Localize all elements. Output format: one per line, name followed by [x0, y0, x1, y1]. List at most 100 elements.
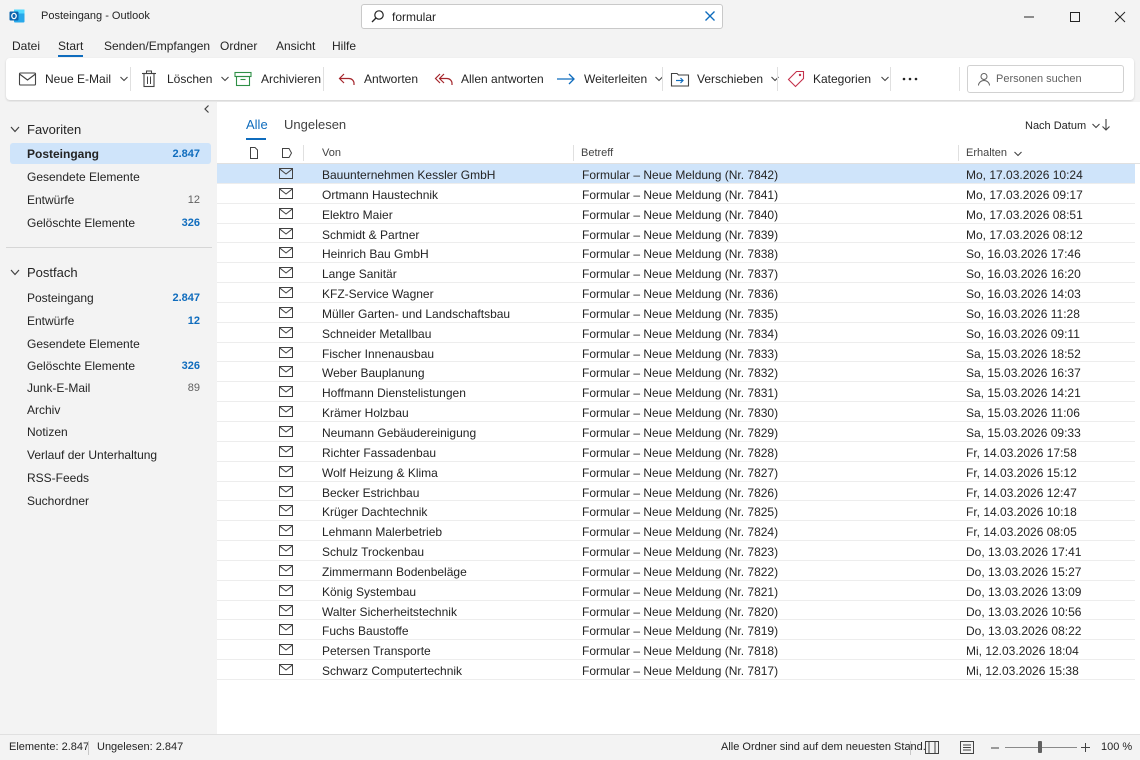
message-row[interactable]: Heinrich Bau GmbH Formular – Neue Meldung…	[217, 243, 1135, 264]
menu-hilfe[interactable]: Hilfe	[332, 39, 356, 53]
message-row[interactable]: Fuchs Baustoffe Formular – Neue Meldung (…	[217, 620, 1135, 641]
envelope-icon	[279, 207, 293, 219]
collapse-pane-icon[interactable]	[202, 104, 212, 114]
zoom-in-icon[interactable]	[1081, 743, 1090, 752]
message-row[interactable]: KFZ-Service Wagner Formular – Neue Meldun…	[217, 283, 1135, 303]
folder-entwuerfe[interactable]: Entwürfe 12	[10, 310, 211, 331]
attachment-column-icon[interactable]	[249, 147, 259, 159]
clear-search-icon[interactable]	[704, 10, 716, 22]
fav-geloeschte-elemente[interactable]: Gelöschte Elemente 326	[10, 212, 211, 233]
chevron-down-icon[interactable]	[881, 76, 889, 82]
folder-posteingang[interactable]: Posteingang 2.847	[10, 287, 211, 308]
close-window-icon[interactable]	[1112, 9, 1128, 25]
column-received[interactable]: Erhalten	[966, 147, 1007, 159]
message-subject: Formular – Neue Meldung (Nr. 7833)	[582, 346, 779, 361]
fav-posteingang[interactable]: Posteingang 2.847	[10, 143, 211, 164]
column-subject[interactable]: Betreff	[581, 147, 613, 159]
message-row[interactable]: Weber Bauplanung Formular – Neue Meldung …	[217, 362, 1135, 383]
move-button[interactable]: Verschieben	[670, 58, 779, 100]
tab-unread[interactable]: Ungelesen	[284, 117, 346, 132]
fav-entwuerfe[interactable]: Entwürfe 12	[10, 189, 211, 210]
message-row[interactable]: Petersen Transporte Formular – Neue Meldu…	[217, 640, 1135, 661]
chevron-down-icon[interactable]	[120, 76, 128, 82]
message-row[interactable]: Fischer Innenausbau Formular – Neue Meldu…	[217, 343, 1135, 363]
sort-direction-icon[interactable]	[1101, 118, 1111, 132]
column-divider	[958, 145, 959, 161]
people-search-placeholder: Personen suchen	[996, 73, 1082, 85]
favorites-header[interactable]: Favoriten	[10, 122, 81, 137]
message-row[interactable]: Zimmermann Bodenbeläge Formular – Neue Me…	[217, 561, 1135, 581]
forward-arrow-icon	[557, 73, 575, 85]
message-row[interactable]: Schwarz Computertechnik Formular – Neue M…	[217, 660, 1135, 680]
column-from[interactable]: Von	[322, 147, 341, 159]
message-sender: Krämer Holzbau	[322, 406, 409, 421]
menu-ordner[interactable]: Ordner	[220, 39, 257, 53]
reply-all-button[interactable]: Allen antworten	[434, 58, 544, 100]
message-sender: Hoffmann Dienstelistungen	[322, 386, 466, 401]
message-row[interactable]: Wolf Heizung & Klima Formular – Neue Meld…	[217, 462, 1135, 482]
active-menu-indicator	[58, 55, 83, 57]
message-row[interactable]: Ortmann Haustechnik Formular – Neue Meldu…	[217, 184, 1135, 204]
message-subject: Formular – Neue Meldung (Nr. 7830)	[582, 406, 779, 421]
search-input[interactable]	[392, 8, 692, 25]
flag-column-icon[interactable]	[281, 147, 293, 159]
minimize-icon[interactable]	[1021, 9, 1037, 25]
message-row[interactable]: Walter Sicherheitstechnik Formular – Neue…	[217, 601, 1135, 621]
message-row[interactable]: Hoffmann Dienstelistungen Formular – Neue…	[217, 382, 1135, 403]
people-search-box[interactable]: Personen suchen	[967, 65, 1124, 93]
message-row[interactable]: Richter Fassadenbau Formular – Neue Meldu…	[217, 442, 1135, 462]
menu-senden-empfangen[interactable]: Senden/Empfangen	[104, 39, 210, 53]
message-row[interactable]: Schneider Metallbau Formular – Neue Meldu…	[217, 323, 1135, 343]
fav-gesendete-elemente[interactable]: Gesendete Elemente	[10, 166, 211, 187]
mailbox-header[interactable]: Postfach	[10, 265, 78, 280]
folder-gesendete-elemente[interactable]: Gesendete Elemente	[10, 333, 211, 354]
envelope-icon	[279, 545, 293, 557]
chevron-down-icon	[10, 269, 20, 276]
envelope-icon	[279, 604, 293, 616]
message-sender: Weber Bauplanung	[322, 366, 425, 381]
folder-archiv[interactable]: Archiv	[10, 399, 211, 420]
message-row[interactable]: Elektro Maier Formular – Neue Meldung (Nr…	[217, 204, 1135, 224]
new-mail-button[interactable]: Neue E-Mail	[18, 58, 128, 100]
normal-view-icon[interactable]	[925, 741, 939, 754]
delete-button[interactable]: Löschen	[141, 58, 230, 100]
search-box[interactable]	[361, 4, 723, 29]
message-row[interactable]: Schulz Trockenbau Formular – Neue Meldung…	[217, 541, 1135, 561]
chevron-down-icon[interactable]	[1014, 151, 1022, 157]
archive-button[interactable]: Archivieren	[234, 58, 321, 100]
chevron-down-icon[interactable]	[221, 76, 230, 82]
message-row[interactable]: Neumann Gebäudereinigung Formular – Neue …	[217, 422, 1135, 442]
message-row[interactable]: Krämer Holzbau Formular – Neue Meldung (N…	[217, 402, 1135, 422]
folder-suchordner[interactable]: Suchordner	[10, 490, 211, 511]
zoom-slider-thumb[interactable]	[1038, 741, 1042, 753]
message-row[interactable]: Müller Garten- und Landschaftsbau Formula…	[217, 303, 1135, 323]
folder-geloeschte-elemente[interactable]: Gelöschte Elemente 326	[10, 355, 211, 376]
message-row[interactable]: Becker Estrichbau Formular – Neue Meldung…	[217, 482, 1135, 502]
message-row[interactable]: Bauunternehmen Kessler GmbH Formular – Ne…	[217, 164, 1135, 184]
menu-ansicht[interactable]: Ansicht	[276, 39, 315, 53]
message-date: Mo, 17.03.2026 08:12	[966, 227, 1083, 242]
favorites-title: Favoriten	[27, 122, 82, 137]
message-row[interactable]: Lehmann Malerbetrieb Formular – Neue Meld…	[217, 521, 1135, 542]
message-row[interactable]: Schmidt & Partner Formular – Neue Meldung…	[217, 224, 1135, 244]
categories-button[interactable]: Kategorien	[787, 58, 889, 100]
folder-notizen[interactable]: Notizen	[10, 421, 211, 442]
folder-verlauf-der-unterhaltung[interactable]: Verlauf der Unterhaltung	[10, 444, 211, 465]
message-row[interactable]: Lange Sanitär Formular – Neue Meldung (Nr…	[217, 263, 1135, 284]
forward-button[interactable]: Weiterleiten	[556, 58, 664, 100]
folder-junk-e-mail[interactable]: Junk-E-Mail 89	[10, 377, 211, 398]
folder-rss-feeds[interactable]: RSS-Feeds	[10, 467, 211, 488]
menu-datei[interactable]: Datei	[12, 39, 40, 53]
zoom-out-icon[interactable]	[991, 744, 999, 752]
message-row[interactable]: König Systembau Formular – Neue Meldung (…	[217, 581, 1135, 601]
envelope-icon	[279, 267, 293, 279]
sort-by-dropdown[interactable]: Nach Datum	[1025, 120, 1101, 132]
maximize-icon[interactable]	[1067, 9, 1083, 25]
reply-button[interactable]: Antworten	[338, 58, 418, 100]
menu-start[interactable]: Start	[58, 39, 83, 53]
tab-all[interactable]: Alle	[246, 117, 268, 132]
more-options-button[interactable]	[902, 58, 918, 100]
message-row[interactable]: Krüger Dachtechnik Formular – Neue Meldun…	[217, 501, 1135, 522]
reading-view-icon[interactable]	[960, 741, 974, 754]
title-bar: Posteingang - Outlook	[0, 0, 1140, 34]
